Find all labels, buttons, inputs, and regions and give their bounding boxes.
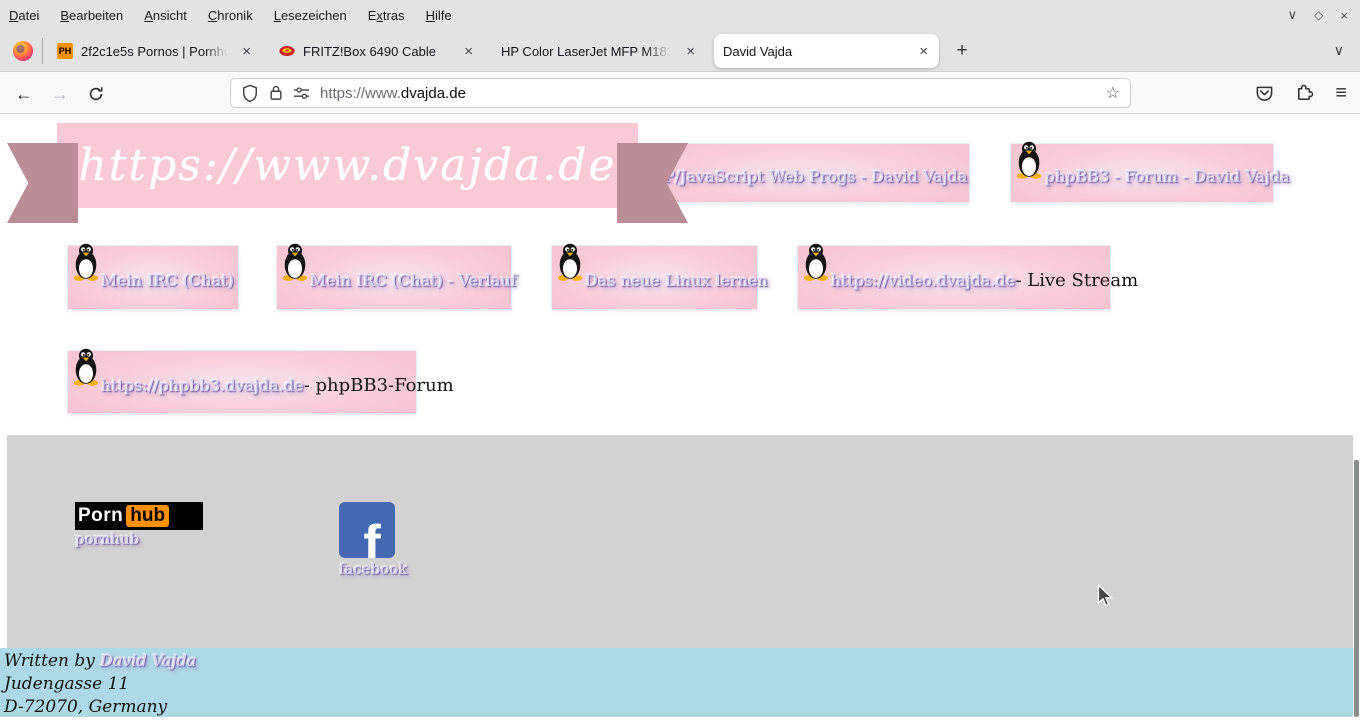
menu-item-lesezeichen[interactable]: Lesezeichen <box>274 8 347 23</box>
link-label[interactable]: Das neue Linux lernen <box>585 265 768 290</box>
url-bar[interactable]: https://www.dvajda.de ☆ <box>230 78 1131 108</box>
pornhub-favicon: PH <box>57 43 73 59</box>
footer-author-line: Written by David Vajda <box>4 649 1353 673</box>
tab-title: David Vajda <box>723 44 909 59</box>
tab-fritzbox[interactable]: FRITZ!Box 6490 Cable × <box>270 34 484 68</box>
banner-ribbon: https://www.dvajda.de <box>57 123 638 208</box>
link-box-mein-irc[interactable]: Mein IRC (Chat) <box>67 245 239 310</box>
tab-bar: PH 2f2c1e5s Pornos | Pornhub × FRITZ!Box… <box>0 30 1360 72</box>
pornhub-logo-text: hub <box>126 505 169 527</box>
browser-window: Datei Bearbeiten Ansicht Chronik Lesezei… <box>0 0 1360 724</box>
tux-penguin-icon <box>1014 141 1044 179</box>
hamburger-menu-icon[interactable]: ≡ <box>1335 82 1347 105</box>
banner-text: https://www.dvajda.de <box>78 140 616 191</box>
forward-button: → <box>46 80 74 108</box>
window-maximize-button[interactable]: ◇ <box>1314 8 1323 22</box>
link-label[interactable]: PHP/JavaScript Web Progs - David Vajda <box>639 161 967 186</box>
back-button[interactable]: ← <box>10 80 38 108</box>
author-link[interactable]: David Vajda <box>100 651 196 670</box>
social-panel: Porn hub pornhub f facebook <box>7 435 1353 648</box>
tab-strip: PH 2f2c1e5s Pornos | Pornhub × FRITZ!Box… <box>48 34 977 68</box>
tab-overflow-button[interactable]: ∨ <box>1334 42 1344 59</box>
link-label[interactable]: phpBB3 - Forum - David Vajda <box>1045 161 1290 186</box>
tabbar-separator <box>42 38 43 64</box>
new-tab-button[interactable]: + <box>947 36 977 66</box>
scrollbar-thumb[interactable] <box>1354 460 1359 717</box>
facebook-logo[interactable]: f <box>339 502 395 558</box>
footer-address-line2: D-72070, Germany <box>4 696 1353 719</box>
link-box-php-javascript[interactable]: PHP/JavaScript Web Progs - David Vajda <box>637 143 970 203</box>
tab-close-icon[interactable]: × <box>684 44 697 59</box>
tab-david-vajda-active[interactable]: David Vajda × <box>714 34 939 68</box>
tux-penguin-icon <box>71 243 101 281</box>
ribbon-tail-left <box>7 143 78 223</box>
extensions-icon[interactable] <box>1295 84 1314 103</box>
tux-penguin-icon <box>801 243 831 281</box>
page-content: https://www.dvajda.de PHP/JavaScript Web… <box>0 114 1360 724</box>
window-minimize-button[interactable]: ∨ <box>1288 7 1298 23</box>
tux-penguin-icon <box>555 243 585 281</box>
reload-button[interactable] <box>82 80 110 108</box>
tab-title: FRITZ!Box 6490 Cable <box>303 44 454 59</box>
link-box-linux-lernen[interactable]: Das neue Linux lernen <box>551 245 758 310</box>
tab-title: 2f2c1e5s Pornos | Pornhub <box>81 44 232 59</box>
link-plain-text: - Live Stream <box>1015 264 1138 291</box>
window-close-button[interactable]: × <box>1340 8 1348 23</box>
link-label[interactable]: https://phpbb3.dvajda.de <box>101 370 304 395</box>
shield-icon[interactable] <box>241 84 259 103</box>
mouse-cursor <box>1097 584 1113 608</box>
menu-item-extras[interactable]: Extras <box>368 8 405 23</box>
link-label[interactable]: Mein IRC (Chat) <box>101 265 234 290</box>
facebook-link[interactable]: facebook <box>339 560 395 578</box>
link-box-phpbb3-forum[interactable]: https://phpbb3.dvajda.de - phpBB3-Forum <box>67 350 417 414</box>
menu-item-chronik[interactable]: Chronik <box>208 8 253 23</box>
menu-item-ansicht[interactable]: Ansicht <box>144 8 187 23</box>
menu-item-datei[interactable]: Datei <box>9 8 39 23</box>
navigation-toolbar: ← → <box>0 73 1360 114</box>
pornhub-logo-text: Porn <box>78 505 123 527</box>
tux-penguin-icon <box>71 348 101 386</box>
tux-penguin-icon <box>280 243 310 281</box>
tab-pornhub[interactable]: PH 2f2c1e5s Pornos | Pornhub × <box>48 34 262 68</box>
tab-close-icon[interactable]: × <box>462 44 475 59</box>
pornhub-logo[interactable]: Porn hub <box>75 502 203 530</box>
window-controls: ∨ ◇ × <box>1288 0 1348 30</box>
facebook-logo-letter: f <box>363 518 380 558</box>
menu-item-hilfe[interactable]: Hilfe <box>426 8 452 23</box>
bookmark-star-icon[interactable]: ☆ <box>1106 83 1120 103</box>
lock-icon[interactable] <box>269 84 283 102</box>
menu-item-bearbeiten[interactable]: Bearbeiten <box>60 8 123 23</box>
fritzbox-favicon <box>279 43 295 59</box>
link-label[interactable]: Mein IRC (Chat) - Verlauf <box>310 265 517 290</box>
firefox-icon <box>12 40 34 62</box>
tab-hp-printer[interactable]: HP Color LaserJet MFP M183fw × <box>492 34 706 68</box>
link-box-phpbb3-forum-top[interactable]: phpBB3 - Forum - David Vajda <box>1010 143 1274 203</box>
link-box-mein-irc-verlauf[interactable]: Mein IRC (Chat) - Verlauf <box>276 245 512 310</box>
tab-close-icon[interactable]: × <box>917 44 930 59</box>
toolbar-right-icons: ≡ <box>1255 78 1347 108</box>
link-label[interactable]: https://video.dvajda.de <box>831 265 1015 290</box>
page-footer: Written by David Vajda Judengasse 11 D-7… <box>0 648 1353 717</box>
menu-bar: Datei Bearbeiten Ansicht Chronik Lesezei… <box>0 0 1360 30</box>
link-box-video-livestream[interactable]: https://video.dvajda.de - Live Stream <box>797 245 1111 310</box>
footer-address-line1: Judengasse 11 <box>4 673 1353 696</box>
pocket-icon[interactable] <box>1255 84 1274 103</box>
link-plain-text: - phpBB3-Forum <box>304 369 454 396</box>
tab-close-icon[interactable]: × <box>240 44 253 59</box>
permissions-icon[interactable] <box>293 86 310 100</box>
url-text[interactable]: https://www.dvajda.de <box>320 85 466 102</box>
pornhub-link[interactable]: pornhub <box>75 530 139 548</box>
tab-title: HP Color LaserJet MFP M183fw <box>501 44 676 59</box>
